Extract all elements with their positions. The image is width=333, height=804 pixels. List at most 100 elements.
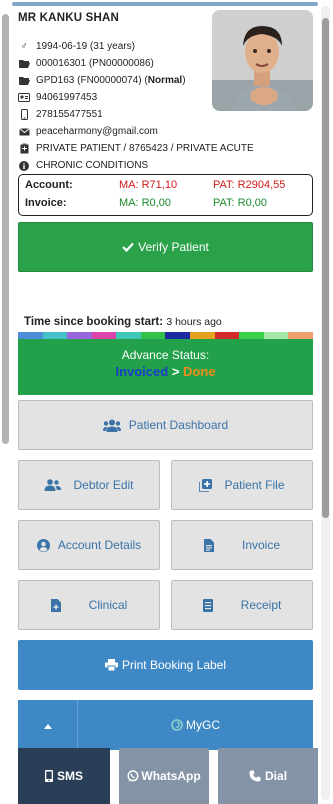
status-arrow: > — [171, 364, 180, 379]
folder-open-icon — [18, 76, 30, 86]
status-from: Invoiced — [115, 364, 169, 379]
file-medical-icon — [199, 478, 213, 492]
mygc-bar: MyGC — [18, 700, 313, 750]
sms-button[interactable]: SMS — [18, 748, 111, 804]
right-scrollbar-thumb[interactable] — [322, 18, 329, 518]
booking-progress-bar — [18, 332, 313, 339]
account-pat-value: PAT: R2904,55 — [213, 179, 286, 191]
debtor-edit-button[interactable]: Debtor Edit — [18, 460, 160, 510]
invoice-label: Invoice: — [25, 197, 67, 209]
patient-name: MR KANKU SHAN — [18, 12, 119, 24]
verify-patient-button[interactable]: Verify Patient — [18, 222, 313, 272]
invoice-ma-value: MA: R0,00 — [119, 197, 171, 209]
email-row: peaceharmony@gmail.com — [18, 126, 158, 137]
phone-icon — [249, 770, 261, 782]
gpd-suffix: ) — [182, 75, 186, 86]
file-number-row: 000016301 (PN00000086) — [18, 58, 154, 69]
user-group-icon — [44, 479, 62, 491]
account-details-label: Account Details — [57, 538, 142, 552]
id-number-value: 94061997453 — [36, 92, 98, 103]
dob-row: ♂ 1994-06-19 (31 years) — [18, 41, 135, 52]
printer-icon — [104, 659, 118, 671]
progress-segment — [116, 332, 141, 339]
patient-photo — [212, 10, 313, 111]
mygc-button[interactable]: MyGC — [78, 700, 313, 750]
whatsapp-label: WhatsApp — [141, 769, 201, 783]
booking-time-label: Time since booking start: — [24, 316, 164, 328]
caret-up-icon — [43, 716, 52, 734]
progress-segment — [165, 332, 191, 339]
account-row: Account: MA: R71,10 PAT: R2904,55 — [25, 179, 309, 191]
debtor-edit-label: Debtor Edit — [73, 478, 134, 492]
advance-status-title: Advance Status: — [121, 348, 210, 362]
clinical-button[interactable]: Clinical — [18, 580, 160, 630]
email-value: peaceharmony@gmail.com — [36, 126, 158, 137]
left-scrollbar[interactable] — [2, 14, 9, 444]
clinical-label: Clinical — [88, 598, 128, 612]
advance-status-button[interactable]: Advance Status: Invoiced > Done — [18, 339, 313, 395]
phone-row: 278155477551 — [18, 109, 103, 120]
booking-time-value: 3 hours ago — [166, 316, 222, 328]
patient-dashboard-label: Patient Dashboard — [128, 418, 229, 432]
invoice-button[interactable]: Invoice — [171, 520, 313, 570]
chronic-conditions-link[interactable]: CHRONIC CONDITIONS — [36, 160, 148, 171]
account-label: Account: — [25, 179, 73, 191]
progress-segment — [67, 332, 92, 339]
id-card-icon — [18, 93, 30, 102]
folder-open-icon — [18, 59, 30, 69]
mygc-label: MyGC — [186, 718, 220, 732]
account-details-button[interactable]: Account Details — [18, 520, 160, 570]
user-circle-icon — [36, 538, 50, 552]
account-ma-value: MA: R71,10 — [119, 179, 178, 191]
patient-file-label: Patient File — [224, 478, 285, 492]
status-to: Done — [183, 364, 216, 379]
male-icon: ♂ — [20, 41, 28, 52]
patient-file-button[interactable]: Patient File — [171, 460, 313, 510]
clipboard-icon — [18, 143, 30, 154]
whatsapp-icon — [127, 770, 139, 782]
dob-value: 1994-06-19 (31 years) — [36, 41, 135, 52]
users-icon — [102, 419, 121, 432]
file-number-value: 000016301 (PN00000086) — [36, 58, 154, 69]
whatsapp-button[interactable]: WhatsApp — [119, 748, 210, 804]
progress-segment — [239, 332, 264, 339]
file-plus-icon — [50, 598, 61, 612]
print-booking-label-text: Print Booking Label — [121, 658, 227, 672]
mobile-icon — [45, 770, 53, 782]
receipt-label: Receipt — [240, 598, 282, 612]
phone-value: 278155477551 — [36, 109, 103, 120]
id-number-row: 94061997453 — [18, 92, 97, 103]
progress-segment — [18, 332, 43, 339]
progress-segment — [140, 332, 166, 339]
progress-segment — [263, 332, 289, 339]
collapse-toggle[interactable] — [18, 700, 78, 750]
gpd-status: Normal — [147, 75, 183, 86]
patient-panel: MR KANKU SHAN ♂ 1994-06-19 (31 years) 00… — [14, 6, 318, 750]
file-invoice-icon — [203, 538, 214, 552]
envelope-icon — [18, 127, 30, 136]
gpd-prefix: GPD163 (FN00000074) ( — [36, 75, 148, 86]
progress-segment — [288, 332, 313, 339]
booking-time: Time since booking start: 3 hours ago — [24, 316, 222, 328]
mobile-icon — [18, 109, 30, 120]
medical-aid-value: PRIVATE PATIENT / 8765423 / PRIVATE ACUT… — [36, 143, 254, 154]
progress-segment — [91, 332, 117, 339]
patient-dashboard-button[interactable]: Patient Dashboard — [18, 400, 313, 450]
progress-segment — [190, 332, 215, 339]
financial-summary: Account: MA: R71,10 PAT: R2904,55 Invoic… — [18, 174, 313, 216]
gpd-row: GPD163 (FN00000074) (Normal) — [18, 75, 186, 86]
dial-label: Dial — [265, 769, 288, 783]
medical-aid-row: PRIVATE PATIENT / 8765423 / PRIVATE ACUT… — [18, 143, 254, 154]
receipt-button[interactable]: Receipt — [171, 580, 313, 630]
sms-label: SMS — [57, 769, 84, 783]
dial-button[interactable]: Dial — [218, 748, 318, 804]
invoice-row: Invoice: MA: R0,00 PAT: R0,00 — [25, 197, 309, 209]
advance-status-states: Invoiced > Done — [18, 364, 313, 379]
progress-segment — [214, 332, 240, 339]
check-icon — [122, 242, 134, 252]
progress-segment — [42, 332, 68, 339]
invoice-pat-value: PAT: R0,00 — [213, 197, 268, 209]
invoice-label: Invoice — [241, 538, 281, 552]
chronic-row[interactable]: CHRONIC CONDITIONS — [18, 160, 148, 171]
print-booking-label-button[interactable]: Print Booking Label — [18, 640, 313, 690]
